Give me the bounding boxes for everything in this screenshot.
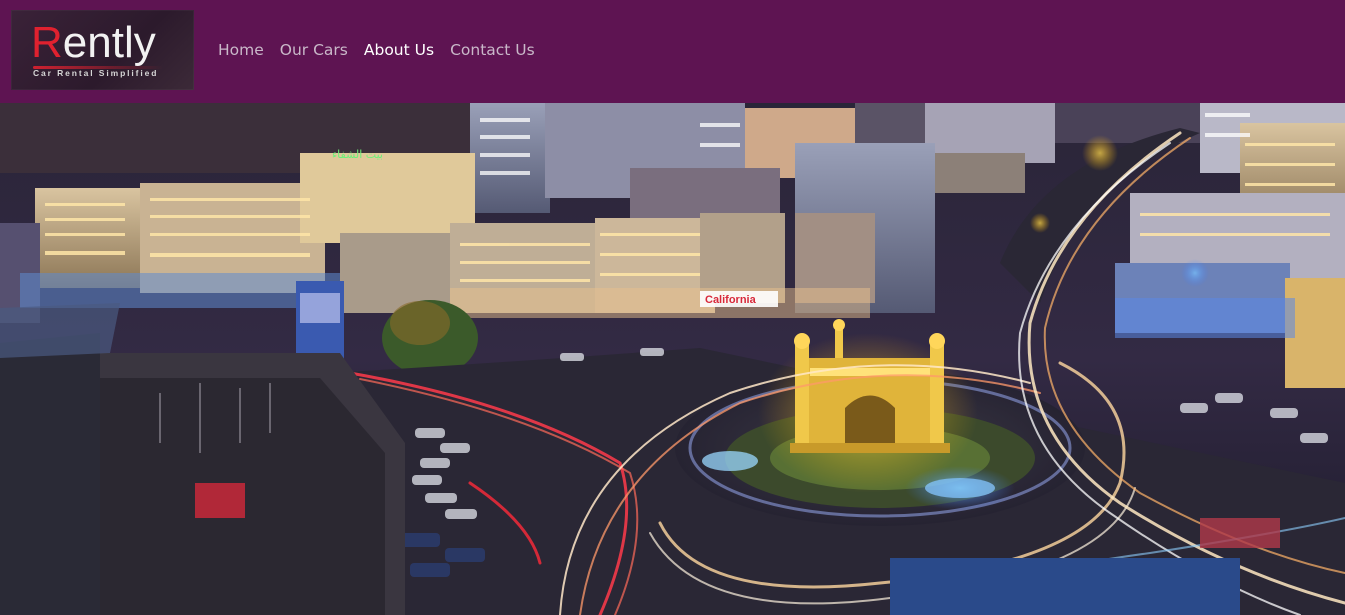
foreground-structure: [890, 558, 1240, 615]
navbar: Rently Car Rental Simplified Home Our Ca…: [0, 0, 1345, 103]
nav-link-contact-us[interactable]: Contact Us: [450, 39, 535, 61]
hero-cityscape: بيت الشفاء California: [0, 103, 1345, 615]
hero-banner-image: بيت الشفاء California: [0, 103, 1345, 615]
rooftop-sign: بيت الشفاء: [332, 148, 383, 161]
brand-wordmark: Rently: [31, 18, 156, 67]
storefront-sign: California: [705, 294, 757, 306]
nav-link-our-cars[interactable]: Our Cars: [280, 39, 348, 61]
brand-tagline: Car Rental Simplified: [33, 68, 159, 78]
fountain-left: [702, 451, 758, 471]
nav-link-home[interactable]: Home: [218, 39, 264, 61]
main-nav: Home Our Cars About Us Contact Us: [218, 39, 535, 61]
brand-logo[interactable]: Rently Car Rental Simplified: [11, 10, 194, 90]
nav-link-about-us[interactable]: About Us: [364, 39, 434, 61]
